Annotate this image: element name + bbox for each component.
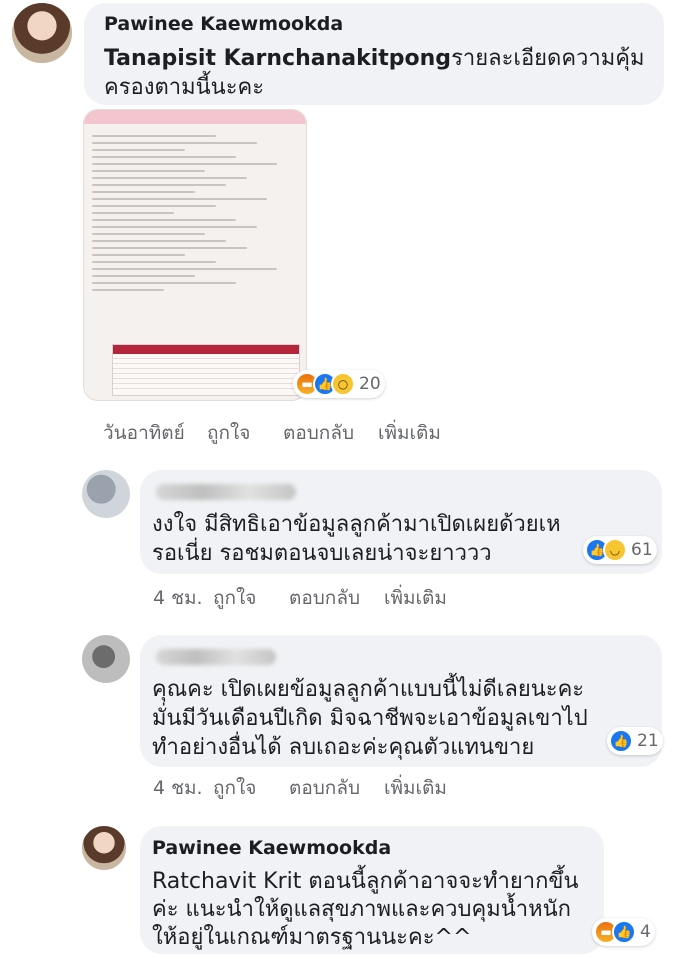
more-button[interactable]: เพิ่มเติม bbox=[384, 583, 447, 613]
comment-author[interactable]: Pawinee Kaewmookda bbox=[104, 13, 343, 35]
like-button[interactable]: ถูกใจ bbox=[213, 583, 289, 613]
reaction-summary[interactable]: 👍 ◡ 61 bbox=[583, 536, 657, 564]
comment-bubble: Pawinee Kaewmookda Tanapisit Karnchanaki… bbox=[84, 3, 664, 105]
avatar[interactable] bbox=[82, 635, 130, 683]
comment-text-line: Ratchavit Krit ตอนนี้ลูกค้าอาจจะทำยากขึ้… bbox=[152, 869, 579, 894]
avatar[interactable] bbox=[12, 3, 72, 63]
timestamp[interactable]: 4 ชม. bbox=[153, 583, 213, 613]
reply-button[interactable]: ตอบกลับ bbox=[289, 583, 384, 613]
like-button[interactable]: ถูกใจ bbox=[213, 773, 289, 803]
timestamp[interactable]: 4 ชม. bbox=[153, 773, 213, 803]
attached-document-image[interactable] bbox=[84, 110, 306, 400]
reply-button[interactable]: ตอบกลับ bbox=[283, 418, 378, 448]
comment-text-line: งงใจ มีสิทธิเอาข้อมูลลูกค้ามาเปิดเผยด้วย… bbox=[152, 512, 561, 537]
reaction-count: 61 bbox=[631, 540, 653, 560]
reaction-count: 20 bbox=[359, 374, 381, 394]
comment-text-line: คุณคะ เปิดเผยข้อมูลลูกค้าแบบนี้ไม่ดีเลยน… bbox=[152, 677, 585, 702]
timestamp[interactable]: วันอาทิตย์ bbox=[103, 418, 207, 448]
haha-icon: ◡ bbox=[603, 538, 627, 562]
like-button[interactable]: ถูกใจ bbox=[207, 418, 283, 448]
like-icon: 👍 bbox=[612, 920, 636, 944]
comment-text-line: รอเนี่ย รอชมตอนจบเลยน่าจะยาววว bbox=[152, 541, 492, 566]
comment-text-line: ทำอย่างอื่นได้ ลบเถอะค่ะคุณตัวแทนขาย bbox=[152, 735, 535, 760]
comment-author[interactable]: Pawinee Kaewmookda bbox=[152, 837, 391, 859]
blurred-author-name bbox=[156, 649, 276, 665]
comment-actions: วันอาทิตย์ ถูกใจ ตอบกลับ เพิ่มเติม bbox=[103, 418, 441, 448]
comment-text-line: Tanapisit Karnchanakitpongรายละเอียดความ… bbox=[104, 46, 645, 71]
comment-text-line: ครองตามนี้นะคะ bbox=[104, 75, 265, 100]
like-icon: 👍 bbox=[609, 729, 633, 753]
reaction-count: 4 bbox=[640, 922, 651, 942]
blurred-author-name bbox=[156, 484, 296, 500]
comment-bubble: Pawinee Kaewmookda Ratchavit Krit ตอนนี้… bbox=[140, 826, 604, 954]
comment-bubble: คุณคะ เปิดเผยข้อมูลลูกค้าแบบนี้ไม่ดีเลยน… bbox=[140, 635, 662, 767]
reaction-summary[interactable]: 👍 21 bbox=[607, 727, 663, 755]
comment-actions: 4 ชม. ถูกใจ ตอบกลับ เพิ่มเติม bbox=[153, 583, 447, 613]
reaction-summary[interactable]: ▬ 👍 ○ 20 bbox=[293, 370, 385, 398]
comment-text-line: ค่ะ แนะนำให้ดูแลสุขภาพและควบคุมน้ำหนัก bbox=[152, 897, 571, 922]
comment-text-line: ให้อยู่ในเกณฑ์มาตรฐานนะคะ^^ bbox=[152, 925, 472, 950]
avatar[interactable] bbox=[82, 826, 126, 870]
comment-text-line: มั่นมีวันเดือนปีเกิด มิจฉาชีพจะเอาข้อมูล… bbox=[152, 706, 588, 731]
more-button[interactable]: เพิ่มเติม bbox=[384, 773, 447, 803]
comment-actions: 4 ชม. ถูกใจ ตอบกลับ เพิ่มเติม bbox=[153, 773, 447, 803]
mention-link[interactable]: Tanapisit Karnchanakitpong bbox=[104, 46, 451, 71]
comment-bubble: งงใจ มีสิทธิเอาข้อมูลลูกค้ามาเปิดเผยด้วย… bbox=[140, 470, 662, 574]
reply-button[interactable]: ตอบกลับ bbox=[289, 773, 384, 803]
wow-icon: ○ bbox=[331, 372, 355, 396]
more-button[interactable]: เพิ่มเติม bbox=[378, 418, 441, 448]
avatar[interactable] bbox=[82, 470, 130, 518]
reaction-count: 21 bbox=[637, 731, 659, 751]
reaction-summary[interactable]: ▬ 👍 4 bbox=[592, 918, 655, 946]
